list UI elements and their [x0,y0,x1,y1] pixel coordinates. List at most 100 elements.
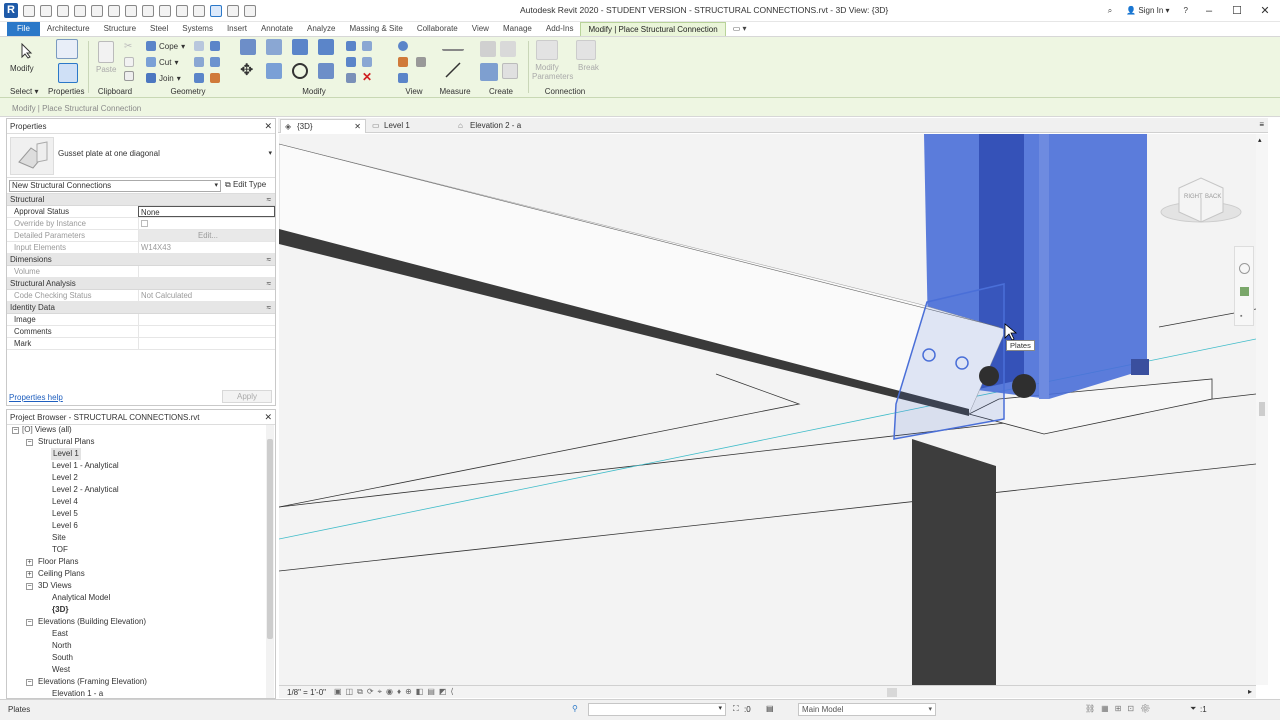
pin-icon[interactable] [346,73,356,83]
save-icon[interactable] [40,4,52,17]
tree-node[interactable]: Structural Plans [38,436,94,448]
close-window-button[interactable]: ✕ [1258,4,1272,17]
rotate-icon[interactable] [292,63,308,79]
apply-button[interactable]: Apply [222,390,272,403]
lower-column[interactable] [912,439,996,685]
match-type-icon[interactable] [124,71,134,81]
tab-architecture[interactable]: Architecture [40,22,97,36]
selection-toggle-icons[interactable]: ⛓▦⊞⊡⚙ [1085,704,1156,713]
tree-node-active-view[interactable]: {3D} [52,604,68,616]
collapse-toggle[interactable]: − [26,679,33,686]
tab-massing-site[interactable]: Massing & Site [342,22,409,36]
category-identity-data[interactable]: Identity Data ≈ [7,302,275,314]
model-canvas[interactable] [279,134,1256,685]
bolt-nut[interactable] [979,366,999,386]
tab-systems[interactable]: Systems [175,22,220,36]
paste-icon[interactable] [98,41,114,63]
copy-icon[interactable] [124,57,134,67]
split-face-icon[interactable] [194,41,204,51]
instance-filter-select[interactable]: New Structural Connections ▾ [9,180,221,192]
expand-toggle[interactable]: + [26,559,33,566]
collapse-toggle[interactable]: − [12,427,19,434]
linework-icon[interactable] [416,57,426,67]
aligned-dimension-icon[interactable] [142,4,154,17]
collapse-icon[interactable]: ≈ [267,254,271,266]
filter-view-icon[interactable] [398,73,408,83]
create-group-icon[interactable] [500,41,516,57]
tree-node[interactable]: Level 2 - Analytical [52,484,119,496]
tree-node[interactable]: Level 2 [52,472,78,484]
move-icon[interactable]: ✥ [240,63,256,79]
detailed-parameters-edit-button[interactable]: Edit... [138,230,275,241]
help-icon[interactable]: ? [1184,6,1188,15]
close-icon[interactable]: ✕ [264,410,272,425]
mirror-draw-icon[interactable] [318,39,334,55]
create-similar-icon[interactable] [502,63,518,79]
minimize-button[interactable]: – [1202,5,1216,17]
tab-add-ins[interactable]: Add-Ins [539,22,581,36]
tab-steel[interactable]: Steel [143,22,175,36]
browser-scrollbar[interactable] [266,425,274,698]
tree-node[interactable]: North [52,640,72,652]
expand-toggle[interactable]: + [26,571,33,578]
viewcube-right-face[interactable]: RIGHT [1184,194,1203,200]
tab-view[interactable]: View [465,22,496,36]
dimension-icon[interactable] [444,61,462,79]
tab-annotate[interactable]: Annotate [254,22,300,36]
browser-scrollbar-thumb[interactable] [267,439,273,639]
collapse-icon[interactable]: ≈ [267,302,271,314]
scroll-right-icon[interactable]: ▸ [1248,687,1252,696]
filter-icon[interactable]: ⏷ [1190,704,1196,714]
horizontal-scrollbar-thumb[interactable] [887,688,897,697]
offset-icon[interactable] [266,39,282,55]
copy-elements-icon[interactable] [266,63,282,79]
default-3d-icon[interactable] [176,4,188,17]
close-hidden-icon[interactable] [227,4,239,17]
tree-node[interactable]: East [52,628,68,640]
tab-insert[interactable]: Insert [220,22,254,36]
tree-node[interactable]: Elevations (Building Elevation) [38,616,146,628]
image-value[interactable] [138,314,275,325]
measure-icon[interactable] [125,4,137,17]
approval-status-input[interactable]: None [138,206,275,217]
design-options-icon[interactable]: ▤ [766,704,774,713]
collapse-icon[interactable]: ≈ [267,278,271,290]
mirror-axis-icon[interactable] [292,39,308,55]
trim-icon[interactable] [318,63,334,79]
tree-node[interactable]: South [52,652,73,664]
tree-node[interactable]: Analytical Model [52,592,110,604]
tree-node[interactable]: Floor Plans [38,556,78,568]
revit-logo-icon[interactable]: R [4,3,18,18]
search-icon[interactable]: ⌕ [1108,6,1112,16]
anchor-bolt[interactable] [1131,359,1149,375]
switch-windows-icon[interactable] [244,4,256,17]
tab-structure[interactable]: Structure [97,22,143,36]
type-selector[interactable]: Gusset plate at one diagonal ▾ [7,134,275,178]
tree-node[interactable]: TOF [52,544,68,556]
type-properties-icon[interactable] [58,63,78,83]
measure-between-icon[interactable] [442,41,464,51]
scroll-up-icon[interactable]: ▴ [1258,136,1262,144]
tab-collaborate[interactable]: Collaborate [410,22,465,36]
tree-node[interactable]: Ceiling Plans [38,568,85,580]
view-control-icons[interactable]: ▣◫⧉⟳⌖◉♦⊕◧▤◩⟨ [334,687,458,697]
chevron-down-icon[interactable]: ▾ [268,149,272,157]
steering-wheel-icon[interactable] [1239,263,1250,274]
wall-joins-icon[interactable] [210,41,220,51]
text-icon[interactable] [159,4,171,17]
view-tab-level-1[interactable]: ▭ Level 1 [368,119,452,133]
delete-icon[interactable]: ✕ [362,71,374,83]
tree-node[interactable]: Level 6 [52,520,78,532]
redo-icon[interactable] [91,4,103,17]
viewport-scrollbar[interactable]: ▴ [1256,134,1268,685]
modify-parameters-icon[interactable] [536,40,558,60]
beam[interactable] [279,143,1005,415]
cut-clipboard-icon[interactable]: ✂ [124,41,134,52]
collapse-icon[interactable]: ≈ [267,194,271,206]
thin-lines-icon[interactable] [210,4,222,17]
properties-icon[interactable] [56,39,78,59]
comments-input[interactable] [138,326,275,337]
section-icon[interactable] [193,4,205,17]
tree-node[interactable]: West [52,664,70,676]
cope-button[interactable]: Cope ▾ [146,41,185,51]
